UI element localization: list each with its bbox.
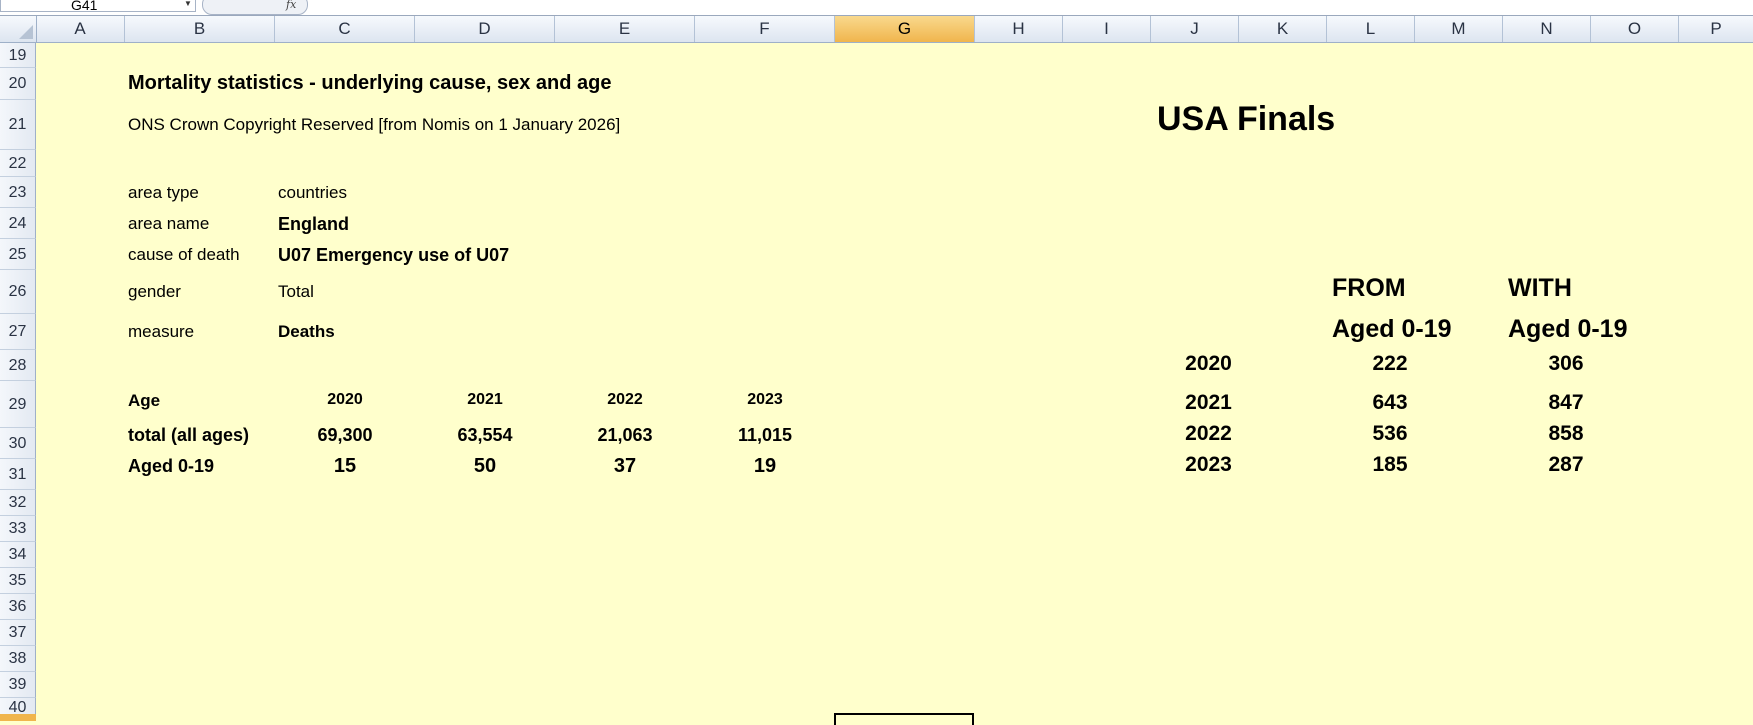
- table-cell-total-2021[interactable]: 63,554: [415, 425, 555, 446]
- row-header-32[interactable]: 32: [0, 490, 36, 516]
- row-header-34[interactable]: 34: [0, 542, 36, 568]
- name-box[interactable]: G41: [0, 0, 196, 12]
- sheet-title[interactable]: Mortality statistics - underlying cause,…: [128, 72, 612, 95]
- table-header-age[interactable]: Age: [128, 391, 160, 411]
- meta-value-measure[interactable]: Deaths: [278, 322, 335, 342]
- copyright-note[interactable]: ONS Crown Copyright Reserved [from Nomis…: [128, 115, 620, 135]
- meta-label-gender[interactable]: gender: [128, 282, 181, 302]
- fx-icon[interactable]: fx: [286, 0, 296, 10]
- column-header-l[interactable]: L: [1327, 16, 1415, 42]
- column-header-a[interactable]: A: [36, 16, 125, 42]
- row-header-28[interactable]: 28: [0, 350, 36, 381]
- usa-from-2022[interactable]: 536: [1327, 422, 1453, 446]
- table-cell-aged-2022[interactable]: 37: [555, 455, 695, 478]
- column-header-i[interactable]: I: [1063, 16, 1151, 42]
- row-header-37[interactable]: 37: [0, 620, 36, 646]
- select-all-icon: [19, 25, 33, 39]
- row-header-29[interactable]: 29: [0, 381, 36, 428]
- row-header-33[interactable]: 33: [0, 516, 36, 542]
- column-header-f[interactable]: F: [695, 16, 835, 42]
- table-header-2022[interactable]: 2022: [555, 391, 695, 409]
- meta-value-cause[interactable]: U07 Emergency use of U07: [278, 245, 509, 266]
- row-header-38[interactable]: 38: [0, 646, 36, 672]
- select-all-corner[interactable]: [0, 16, 37, 42]
- row-header-27[interactable]: 27: [0, 314, 36, 350]
- usa-with-2022[interactable]: 858: [1503, 422, 1629, 446]
- usa-year-2023[interactable]: 2023: [1151, 453, 1266, 477]
- table-cell-total-2023[interactable]: 11,015: [695, 425, 835, 446]
- usa-with-label[interactable]: WITH: [1508, 274, 1572, 303]
- row-header-31[interactable]: 31: [0, 459, 36, 490]
- table-header-2023[interactable]: 2023: [695, 391, 835, 409]
- column-header-j[interactable]: J: [1151, 16, 1239, 42]
- column-header-h[interactable]: H: [975, 16, 1063, 42]
- column-header-c[interactable]: C: [275, 16, 415, 42]
- row-header-35[interactable]: 35: [0, 568, 36, 594]
- usa-finals-title[interactable]: USA Finals: [1157, 100, 1335, 139]
- table-header-2021[interactable]: 2021: [415, 391, 555, 409]
- usa-with-2023[interactable]: 287: [1503, 453, 1629, 477]
- row-header-23[interactable]: 23: [0, 177, 36, 208]
- column-header-bar: A B C D E F G H I J K L M N O P: [0, 16, 1753, 43]
- meta-value-gender[interactable]: Total: [278, 282, 314, 302]
- row-header-39[interactable]: 39: [0, 672, 36, 698]
- usa-from-2020[interactable]: 222: [1327, 352, 1453, 376]
- table-cell-aged-2021[interactable]: 50: [415, 455, 555, 478]
- formula-bar: G41 ▼ fx: [0, 0, 1753, 16]
- column-header-g[interactable]: G: [835, 16, 975, 42]
- usa-with-sub[interactable]: Aged 0-19: [1508, 315, 1627, 344]
- table-cell-aged-2020[interactable]: 15: [275, 455, 415, 478]
- row-header-36[interactable]: 36: [0, 594, 36, 620]
- column-header-o[interactable]: O: [1591, 16, 1679, 42]
- usa-year-2020[interactable]: 2020: [1151, 352, 1266, 376]
- row-header-20[interactable]: 20: [0, 68, 36, 100]
- meta-label-area-name[interactable]: area name: [128, 214, 209, 234]
- column-header-k[interactable]: K: [1239, 16, 1327, 42]
- table-row-aged-label[interactable]: Aged 0-19: [128, 456, 214, 477]
- column-header-p[interactable]: P: [1679, 16, 1753, 42]
- row-header-26[interactable]: 26: [0, 270, 36, 314]
- table-cell-total-2020[interactable]: 69,300: [275, 425, 415, 446]
- table-cell-total-2022[interactable]: 21,063: [555, 425, 695, 446]
- table-cell-aged-2023[interactable]: 19: [695, 455, 835, 478]
- meta-label-area-type[interactable]: area type: [128, 183, 199, 203]
- usa-year-2021[interactable]: 2021: [1151, 391, 1266, 415]
- row-header-24[interactable]: 24: [0, 208, 36, 239]
- usa-with-2021[interactable]: 847: [1503, 391, 1629, 415]
- meta-value-area-name[interactable]: England: [278, 214, 349, 235]
- meta-label-cause[interactable]: cause of death: [128, 245, 240, 265]
- usa-with-2020[interactable]: 306: [1503, 352, 1629, 376]
- row-header-25[interactable]: 25: [0, 239, 36, 270]
- table-header-2020[interactable]: 2020: [275, 391, 415, 409]
- usa-from-2023[interactable]: 185: [1327, 453, 1453, 477]
- usa-from-label[interactable]: FROM: [1332, 274, 1406, 303]
- row-header-41-partial[interactable]: [0, 714, 36, 721]
- column-header-e[interactable]: E: [555, 16, 695, 42]
- usa-from-sub[interactable]: Aged 0-19: [1332, 315, 1451, 344]
- meta-label-measure[interactable]: measure: [128, 322, 194, 342]
- chevron-down-icon[interactable]: ▼: [184, 0, 192, 8]
- column-header-d[interactable]: D: [415, 16, 555, 42]
- usa-year-2022[interactable]: 2022: [1151, 422, 1266, 446]
- active-cell-outline[interactable]: [834, 713, 974, 725]
- column-header-n[interactable]: N: [1503, 16, 1591, 42]
- row-header-21[interactable]: 21: [0, 100, 36, 150]
- row-header-30[interactable]: 30: [0, 428, 36, 459]
- row-header-19[interactable]: 19: [0, 43, 36, 68]
- column-header-m[interactable]: M: [1415, 16, 1503, 42]
- usa-from-2021[interactable]: 643: [1327, 391, 1453, 415]
- meta-value-area-type[interactable]: countries: [278, 183, 347, 203]
- row-header-22[interactable]: 22: [0, 150, 36, 177]
- column-header-b[interactable]: B: [125, 16, 275, 42]
- table-row-total-label[interactable]: total (all ages): [128, 425, 249, 446]
